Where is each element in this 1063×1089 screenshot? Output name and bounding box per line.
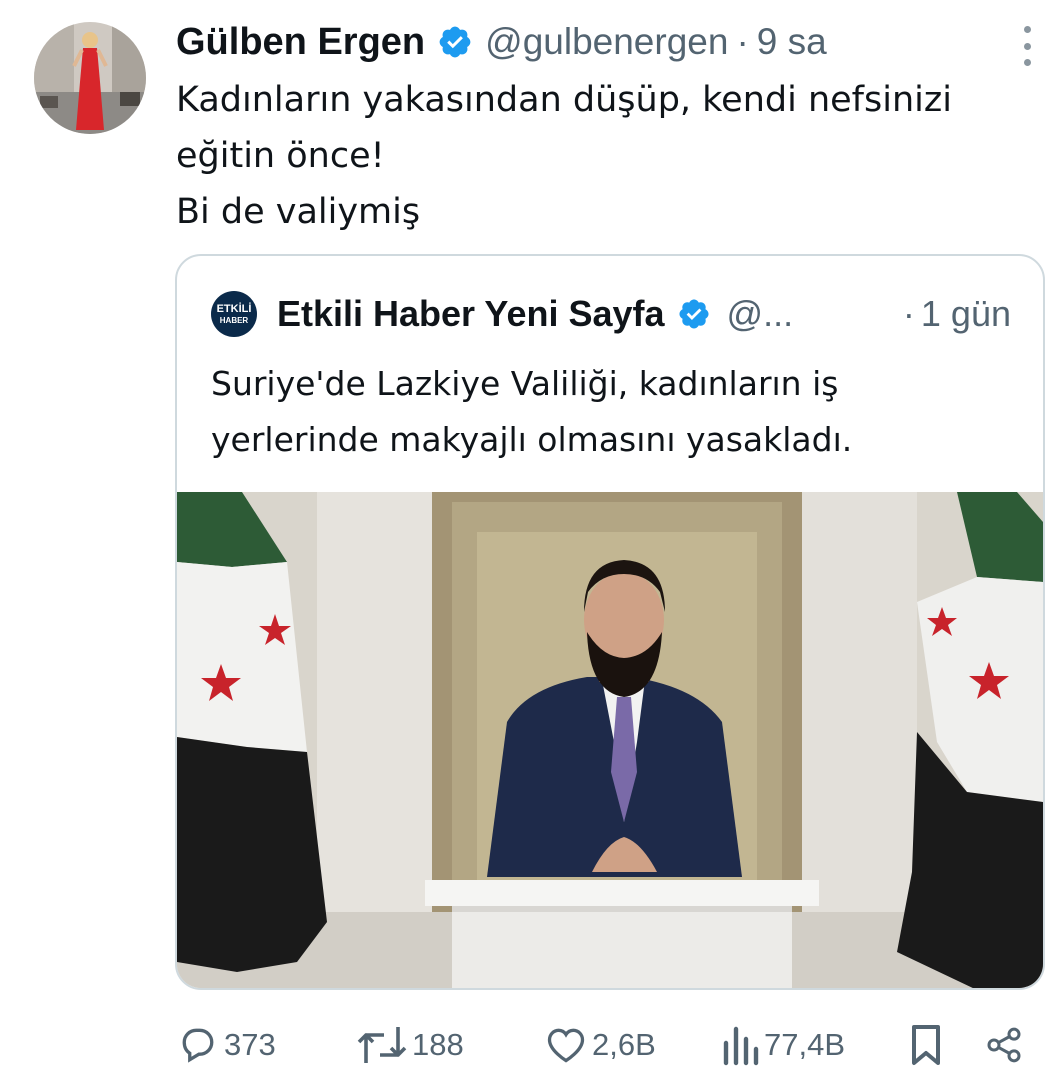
heart-icon (547, 1028, 585, 1063)
quoted-author-handle[interactable]: @... (727, 293, 794, 335)
verified-badge-icon (439, 26, 471, 58)
logo-text: HABER (219, 316, 249, 325)
views-count: 77,4B (764, 1027, 846, 1062)
retweet-count: 188 (412, 1027, 464, 1062)
quoted-author-name[interactable]: Etkili Haber Yeni Sayfa (277, 293, 665, 335)
more-options-icon[interactable] (1017, 26, 1037, 66)
tweet-text-line: eğitin önce! (176, 136, 385, 176)
reply-button[interactable]: 373 (176, 1018, 276, 1072)
quoted-tweet[interactable]: ETKİLİ HABER Etkili Haber Yeni Sayfa @..… (175, 254, 1045, 990)
quoted-tweet-header: ETKİLİ HABER Etkili Haber Yeni Sayfa @..… (211, 286, 1011, 342)
views-chart-icon (723, 1026, 759, 1066)
views-button[interactable]: 77,4B (720, 1018, 845, 1072)
share-icon (987, 1027, 1021, 1063)
author-avatar[interactable] (34, 22, 146, 134)
separator-dot: · (902, 293, 915, 334)
quoted-tweet-image[interactable] (177, 492, 1043, 990)
like-count: 2,6B (592, 1027, 656, 1062)
tweet-text-line: Kadınların yakasından düşüp, kendi nefsi… (176, 80, 952, 120)
reply-count: 373 (224, 1027, 276, 1062)
retweet-icon (357, 1027, 407, 1063)
author-name[interactable]: Gülben Ergen (176, 21, 425, 64)
author-handle[interactable]: @gulbenergen (485, 21, 728, 63)
quoted-text-line: Suriye'de Lazkiye Valiliği, kadınların i… (211, 364, 839, 403)
reply-icon (182, 1028, 214, 1063)
separator-dot: · (736, 21, 749, 62)
tweet-action-bar: 373 188 2,6B 77,4B (0, 1018, 1063, 1072)
verified-badge-icon (679, 299, 709, 329)
bookmark-button[interactable] (908, 1018, 944, 1072)
bookmark-icon (912, 1025, 940, 1065)
tweet-header: Gülben Ergen @gulbenergen · 9 sa (176, 14, 827, 70)
like-button[interactable]: 2,6B (544, 1018, 656, 1072)
tweet-text-line: Bi de valiymiş (176, 192, 421, 232)
quoted-text-line: yerlerinde makyajlı olmasını yasakladı. (211, 420, 853, 459)
quoted-tweet-time[interactable]: 1 gün (921, 293, 1011, 335)
tweet-time[interactable]: 9 sa (757, 21, 827, 63)
retweet-button[interactable]: 188 (356, 1018, 464, 1072)
quoted-author-avatar[interactable]: ETKİLİ HABER (211, 291, 257, 337)
logo-text: ETKİLİ (216, 303, 252, 315)
quoted-tweet-text: Suriye'de Lazkiye Valiliği, kadınların i… (211, 356, 1011, 468)
tweet-text: Kadınların yakasından düşüp, kendi nefsi… (176, 72, 1046, 240)
share-button[interactable] (984, 1018, 1024, 1072)
